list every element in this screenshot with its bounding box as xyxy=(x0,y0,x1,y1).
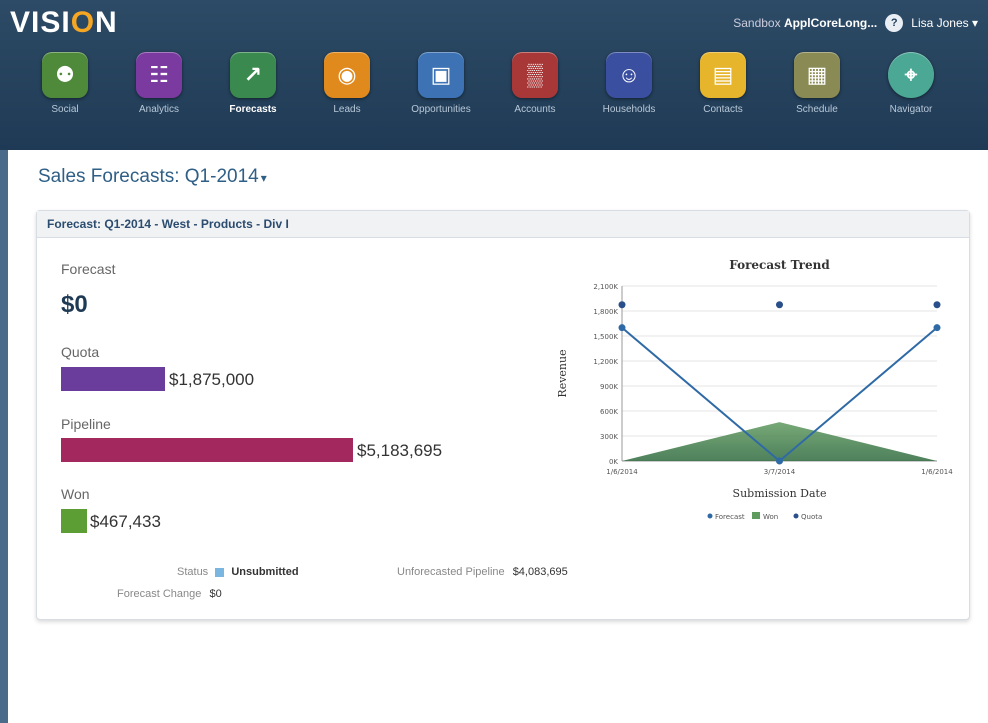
y-tick-label: 1,800K xyxy=(593,308,618,316)
opportunities-icon: ▣ xyxy=(418,52,464,98)
card-title: Forecast: Q1-2014 - West - Products - Di… xyxy=(37,211,969,238)
forecast-label: Forecast xyxy=(61,261,116,277)
nav-label: Leads xyxy=(333,104,361,115)
top-right-bar: Sandbox ApplCoreLong... ? Lisa Jones ▾ xyxy=(733,14,978,32)
sandbox-name: ApplCoreLong... xyxy=(783,16,878,30)
nav-item-accounts[interactable]: ▒ Accounts xyxy=(498,52,572,115)
help-icon[interactable]: ? xyxy=(885,14,904,32)
main-content: Sales Forecasts: Q1-2014 ▾ Forecast: Q1-2… xyxy=(8,150,988,723)
status-value: Unsubmitted xyxy=(231,566,299,578)
nav-label: Forecasts xyxy=(229,104,277,115)
nav-label: Analytics xyxy=(138,104,179,115)
unforecasted-value: $4,083,695 xyxy=(512,566,568,578)
quota-point xyxy=(776,301,783,309)
nav-label: Accounts xyxy=(514,104,556,115)
forecasts-icon: ↗ xyxy=(230,52,276,98)
quota-label: Quota xyxy=(61,344,100,360)
legend-won: Won xyxy=(763,513,778,521)
won-value: $467,433 xyxy=(90,512,161,531)
forecast-change-value: $0 xyxy=(209,588,222,600)
forecast-value: $0 xyxy=(61,291,88,318)
forecast-point xyxy=(776,457,783,465)
y-tick-label: 0K xyxy=(609,458,618,466)
nav-label: Opportunities xyxy=(411,104,471,115)
nav-item-social[interactable]: ⚉ Social xyxy=(28,52,102,115)
x-tick-label: 1/6/2014 xyxy=(921,468,953,476)
sandbox-label: Sandbox xyxy=(733,16,781,30)
quota-bar xyxy=(61,367,165,391)
quota-point xyxy=(618,301,626,309)
won-area xyxy=(622,422,937,461)
schedule-icon: ▦ xyxy=(794,52,840,98)
legend-forecast-marker xyxy=(707,513,713,519)
pipeline-label: Pipeline xyxy=(61,416,111,432)
y-tick-label: 300K xyxy=(600,433,618,441)
nav-item-contacts[interactable]: ▤ Contacts xyxy=(686,52,760,115)
nav-label: Households xyxy=(602,104,656,115)
sandbox-indicator[interactable]: Sandbox ApplCoreLong... xyxy=(733,16,877,30)
pipeline-value: $5,183,695 xyxy=(357,441,443,460)
navigator-icon: ⌖ xyxy=(888,52,934,98)
contacts-icon: ▤ xyxy=(700,52,746,98)
chart-title: Forecast Trend xyxy=(729,258,830,272)
status-label: Status xyxy=(177,566,209,578)
nav-item-households[interactable]: ☺ Households xyxy=(592,52,666,115)
y-tick-label: 1,200K xyxy=(593,358,618,366)
app-header: VISION Sandbox ApplCoreLong... ? Lisa Jo… xyxy=(0,0,988,150)
forecast-change-row: Forecast Change $0 xyxy=(117,588,222,600)
y-tick-label: 2,100K xyxy=(593,283,618,291)
legend-quota: Quota xyxy=(801,513,822,521)
y-axis-label: Revenue xyxy=(556,349,569,397)
forecast-point xyxy=(933,324,941,332)
x-axis-label: Submission Date xyxy=(733,487,827,500)
won-bar xyxy=(61,509,87,533)
nav-label: Schedule xyxy=(796,104,838,115)
y-tick-label: 600K xyxy=(600,408,618,416)
won-label: Won xyxy=(61,486,90,502)
nav-item-forecasts[interactable]: ↗ Forecasts xyxy=(216,52,290,115)
analytics-icon: ☷ xyxy=(136,52,182,98)
nav-item-opportunities[interactable]: ▣ Opportunities xyxy=(404,52,478,115)
status-row: Status Unsubmitted xyxy=(177,566,299,578)
x-tick-label: 3/7/2014 xyxy=(764,468,796,476)
status-square-icon xyxy=(215,567,225,577)
unforecasted-label: Unforecasted Pipeline xyxy=(397,566,505,578)
quota-value: $1,875,000 xyxy=(169,370,255,389)
navigation-bar: ⚉ Social ☷ Analytics ↗ Forecasts ◉ Leads ▣ Opport… xyxy=(28,52,948,115)
quota-point xyxy=(933,301,941,309)
forecast-point xyxy=(618,324,626,332)
page-title: Sales Forecasts: Q1-2014 xyxy=(38,166,259,187)
forecast-trend-chart: Forecast Trend 0K 300K 600K 900K 1,200K 1,500K… xyxy=(542,251,962,546)
nav-item-analytics[interactable]: ☷ Analytics xyxy=(122,52,196,115)
households-icon: ☺ xyxy=(606,52,652,98)
legend-forecast: Forecast xyxy=(715,513,745,521)
legend-quota-marker xyxy=(793,513,799,519)
page-title-dropdown[interactable]: Sales Forecasts: Q1-2014 ▾ xyxy=(38,166,267,188)
x-tick-label: 1/6/2014 xyxy=(606,468,638,476)
forecast-card: Forecast: Q1-2014 - West - Products - Di… xyxy=(36,210,970,620)
unforecasted-row: Unforecasted Pipeline $4,083,695 xyxy=(397,566,568,578)
nav-item-leads[interactable]: ◉ Leads xyxy=(310,52,384,115)
chevron-down-icon: ▾ xyxy=(260,171,267,185)
social-icon: ⚉ xyxy=(42,52,88,98)
nav-item-schedule[interactable]: ▦ Schedule xyxy=(780,52,854,115)
accounts-icon: ▒ xyxy=(512,52,558,98)
vision-logo[interactable]: VISION xyxy=(10,6,118,40)
nav-label: Social xyxy=(51,104,79,115)
legend-won-marker xyxy=(752,512,760,519)
y-tick-label: 900K xyxy=(600,383,618,391)
leads-icon: ◉ xyxy=(324,52,370,98)
nav-label: Navigator xyxy=(889,104,933,115)
forecast-change-label: Forecast Change xyxy=(117,588,202,600)
y-tick-label: 1,500K xyxy=(593,333,618,341)
nav-label: Contacts xyxy=(703,104,743,115)
user-menu[interactable]: Lisa Jones ▾ xyxy=(911,16,978,30)
pipeline-bar xyxy=(61,438,353,462)
nav-item-navigator[interactable]: ⌖ Navigator xyxy=(874,52,948,115)
